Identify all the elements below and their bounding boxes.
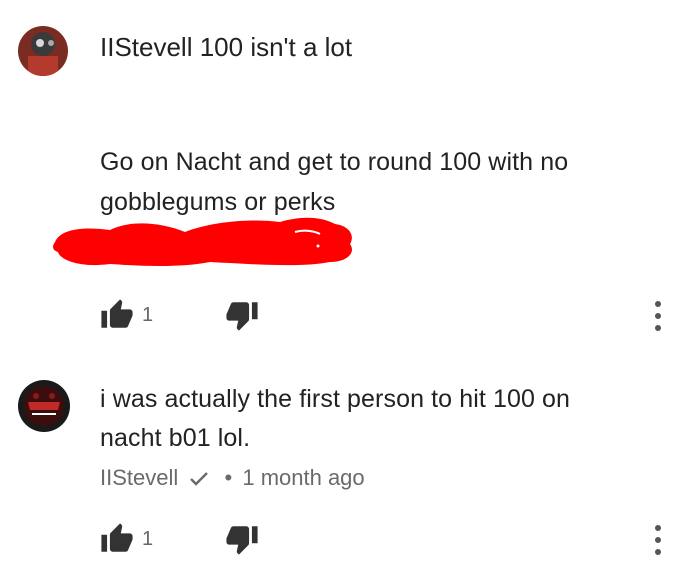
meta-separator: • [224, 465, 233, 490]
redaction-scribble [53, 217, 352, 266]
more-vert-icon [655, 525, 661, 555]
more-options-button[interactable] [648, 522, 668, 558]
thumbs-up-icon [101, 523, 133, 552]
comment-actions: 1 [0, 298, 700, 338]
dislike-button[interactable] [225, 522, 259, 556]
like-button[interactable] [100, 522, 134, 556]
thumbs-down-icon [226, 526, 258, 555]
reply-body-line-1: i was actually the first person to hit 1… [100, 385, 571, 413]
avatar-icon [18, 26, 68, 76]
more-vert-icon [655, 301, 661, 331]
reply-meta: IIStevell • 1 month ago [100, 465, 365, 491]
avatar-icon [18, 380, 70, 432]
thumbs-up-icon [101, 299, 133, 328]
comment-header: IIStevell 100 isn't a lot [100, 32, 353, 62]
thumbs-down-icon [226, 302, 258, 331]
more-options-button[interactable] [648, 298, 668, 334]
like-count: 1 [142, 304, 154, 326]
comment-avatar[interactable] [18, 26, 68, 76]
reply-body-line-2: nacht b01 lol. [100, 424, 251, 452]
like-button[interactable] [100, 298, 134, 332]
dislike-button[interactable] [225, 298, 259, 332]
reply-actions: 1 [0, 522, 700, 562]
reply-timestamp: 1 month ago [242, 465, 365, 490]
reply-avatar[interactable] [18, 380, 70, 432]
verified-check-icon [190, 465, 209, 491]
reply-author[interactable]: IIStevell [100, 465, 178, 490]
comment-body-line-1: Go on Nacht and get to round 100 with no [100, 148, 569, 176]
like-count: 1 [142, 528, 154, 550]
